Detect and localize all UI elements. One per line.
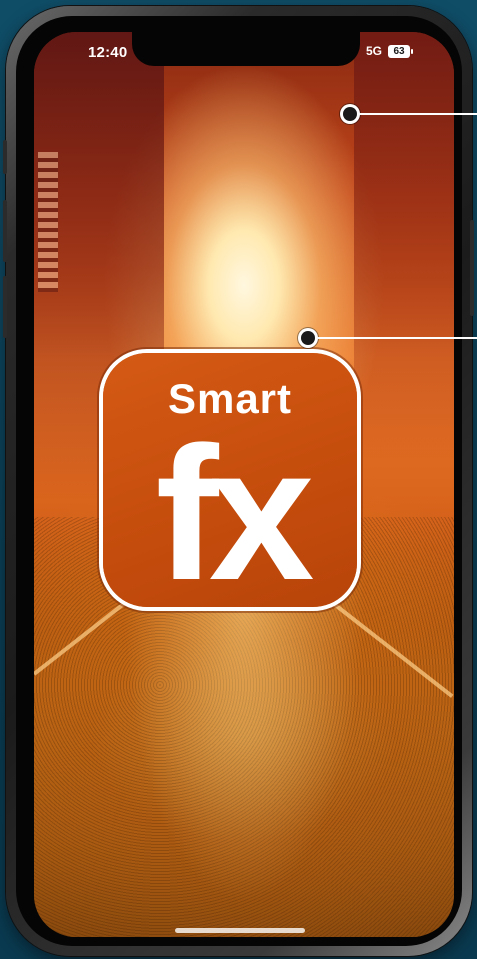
building-windows xyxy=(38,152,58,292)
camera-notch xyxy=(132,32,360,66)
background-building-right xyxy=(354,32,454,462)
promo-stage: 12:40 5G 63 Smart fx xyxy=(0,0,477,959)
side-button-mute xyxy=(3,140,7,174)
status-time: 12:40 xyxy=(88,44,128,61)
battery-icon: 63 xyxy=(388,44,414,58)
callout-leader-line xyxy=(357,113,477,115)
app-logo-main-text: fx xyxy=(155,408,315,607)
side-button-power xyxy=(470,220,474,316)
app-logo: Smart fx xyxy=(103,353,357,607)
side-button-volume-down xyxy=(3,276,7,338)
status-indicators: 5G 63 xyxy=(366,44,414,58)
network-label: 5G xyxy=(366,44,383,58)
callout-marker-icon xyxy=(301,331,315,345)
callout-leader-line xyxy=(315,337,477,339)
side-button-volume-up xyxy=(3,200,7,262)
home-indicator[interactable] xyxy=(175,928,305,933)
callout-marker-icon xyxy=(343,107,357,121)
